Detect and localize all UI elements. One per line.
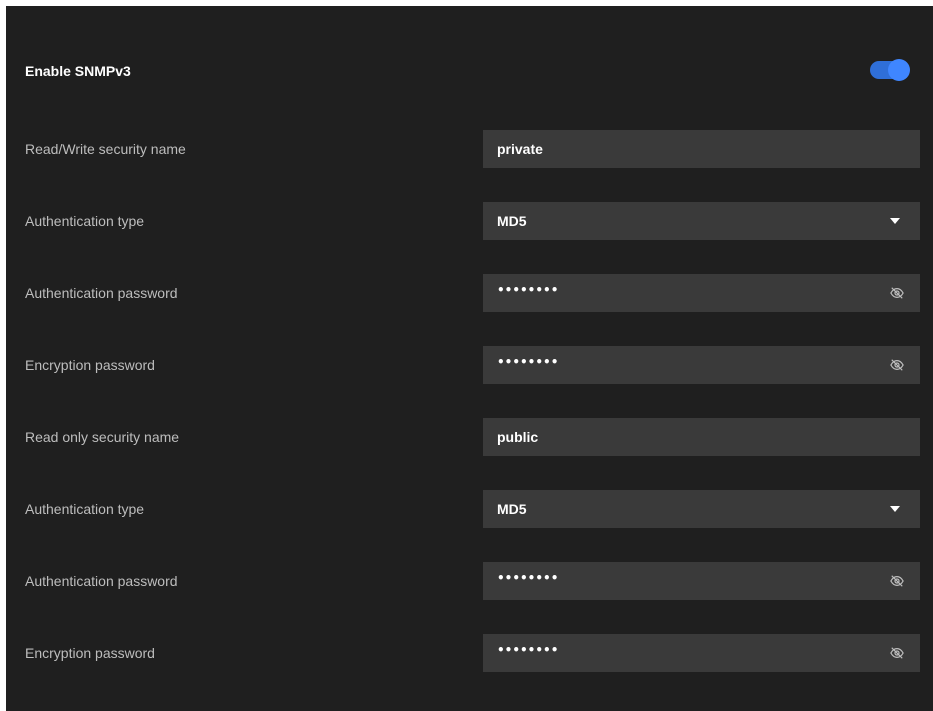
snmpv3-settings-panel: Enable SNMPv3 Read/Write security name p… <box>6 6 933 711</box>
ro-security-name-row: Read only security name public <box>6 418 933 456</box>
rw-auth-type-value: MD5 <box>497 213 527 229</box>
ro-encryption-password-label: Encryption password <box>25 645 155 661</box>
rw-auth-password-value: •••••••• <box>497 283 559 297</box>
ro-auth-password-row: Authentication password •••••••• <box>6 562 933 600</box>
eye-slash-icon[interactable] <box>890 358 904 372</box>
rw-encryption-password-input[interactable]: •••••••• <box>483 346 920 384</box>
ro-security-name-label: Read only security name <box>25 429 180 445</box>
rw-security-name-input[interactable]: private <box>483 130 920 168</box>
rw-encryption-password-label: Encryption password <box>25 357 155 373</box>
enable-snmpv3-toggle[interactable] <box>870 59 910 81</box>
rw-auth-type-select[interactable]: MD5 <box>483 202 920 240</box>
enable-snmpv3-row: Enable SNMPv3 <box>6 56 933 86</box>
rw-security-name-row: Read/Write security name private <box>6 130 933 168</box>
eye-slash-icon[interactable] <box>890 574 904 588</box>
rw-security-name-label: Read/Write security name <box>25 141 186 157</box>
chevron-down-icon <box>890 506 900 512</box>
rw-auth-type-label: Authentication type <box>25 213 145 229</box>
ro-encryption-password-row: Encryption password •••••••• <box>6 634 933 672</box>
rw-auth-password-label: Authentication password <box>25 285 178 301</box>
eye-slash-icon[interactable] <box>890 286 904 300</box>
ro-auth-password-input[interactable]: •••••••• <box>483 562 920 600</box>
rw-auth-type-row: Authentication type MD5 <box>6 202 933 240</box>
enable-snmpv3-label: Enable SNMPv3 <box>25 63 131 79</box>
toggle-knob <box>888 59 910 81</box>
ro-security-name-input[interactable]: public <box>483 418 920 456</box>
ro-encryption-password-value: •••••••• <box>497 643 559 657</box>
rw-auth-password-row: Authentication password •••••••• <box>6 274 933 312</box>
ro-auth-password-value: •••••••• <box>497 571 559 585</box>
ro-auth-type-row: Authentication type MD5 <box>6 490 933 528</box>
ro-security-name-value: public <box>497 429 539 445</box>
eye-slash-icon[interactable] <box>890 646 904 660</box>
rw-security-name-value: private <box>497 141 543 157</box>
rw-encryption-password-row: Encryption password •••••••• <box>6 346 933 384</box>
ro-auth-password-label: Authentication password <box>25 573 178 589</box>
ro-auth-type-select[interactable]: MD5 <box>483 490 920 528</box>
rw-encryption-password-value: •••••••• <box>497 355 559 369</box>
ro-auth-type-value: MD5 <box>497 501 527 517</box>
ro-encryption-password-input[interactable]: •••••••• <box>483 634 920 672</box>
ro-auth-type-label: Authentication type <box>25 501 145 517</box>
rw-auth-password-input[interactable]: •••••••• <box>483 274 920 312</box>
chevron-down-icon <box>890 218 900 224</box>
